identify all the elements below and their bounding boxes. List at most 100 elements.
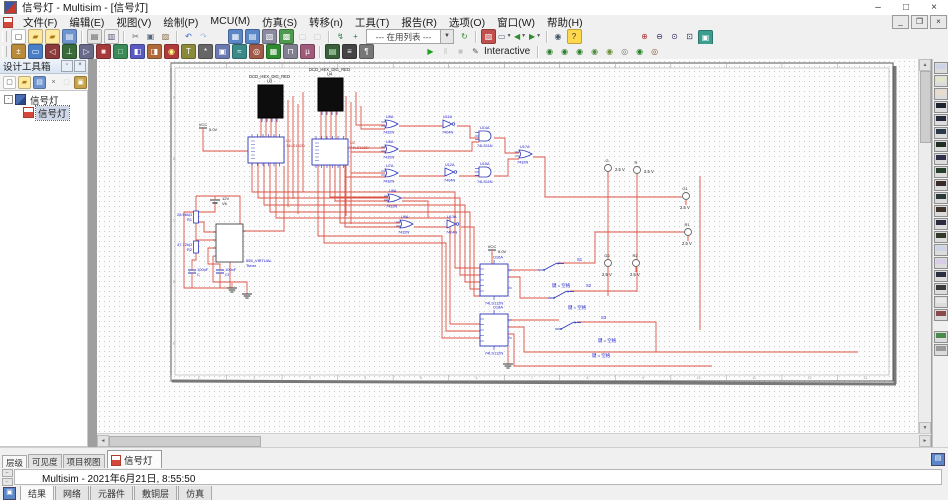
find-icon[interactable]: ◉: [552, 30, 565, 43]
print-preview-icon[interactable]: ▥: [104, 29, 119, 44]
current-clamp-icon[interactable]: [933, 309, 948, 321]
place-advanced-peripherals-icon[interactable]: ▣: [215, 44, 230, 59]
close-button[interactable]: ×: [920, 0, 948, 15]
tektronix-oscilloscope-icon[interactable]: [933, 283, 948, 295]
network-analyzer-icon[interactable]: [933, 231, 948, 243]
schematic-canvas[interactable]: 1 2 3 4 5 6 7 8 9 10 11 12 13 A B C D E DCD_HEX_DIG_RED U3 D…: [97, 59, 919, 434]
toolbox-options-icon[interactable]: ▣: [74, 75, 87, 89]
zoom-in-icon[interactable]: ⊕: [638, 30, 651, 43]
refresh-in-use-list-icon[interactable]: ↻: [458, 30, 471, 43]
wire[interactable]: [243, 166, 285, 232]
battery-V6[interactable]: 12VV6: [210, 196, 229, 207]
menu-工具[interactable]: 工具(T): [349, 15, 395, 30]
wire[interactable]: [508, 326, 858, 353]
scroll-right-button[interactable]: ►: [919, 435, 931, 447]
agilent-oscilloscope-icon[interactable]: [933, 270, 948, 282]
capacitor-Cf[interactable]: 100nFCf: [216, 266, 237, 277]
probe-power-icon[interactable]: ◉: [633, 45, 646, 58]
scroll-left-button[interactable]: ◄: [97, 435, 109, 447]
open-icon[interactable]: ▰: [28, 29, 43, 44]
display-U3[interactable]: DCD_HEX_DIG_REDU3: [249, 74, 290, 122]
horizontal-scrollbar[interactable]: ◄ ►: [97, 433, 931, 447]
menu-绘制[interactable]: 绘制(P): [157, 15, 204, 30]
spreadsheet-tab-网络[interactable]: 网络: [55, 486, 90, 500]
wire[interactable]: [323, 165, 480, 332]
gate-U13A[interactable]: U13A 7404N: [446, 215, 460, 235]
logic-analyzer-icon[interactable]: [933, 179, 948, 191]
component-wizard-icon[interactable]: ↯: [334, 30, 347, 43]
gate-U17A[interactable]: U17A 7432N: [515, 145, 533, 165]
wire[interactable]: [202, 130, 248, 152]
menu-转移[interactable]: 转移(n): [303, 15, 349, 30]
spreadsheet-tab-敷铜层[interactable]: 敷铜层: [134, 486, 178, 500]
toolbox-new-icon[interactable]: ▢: [3, 75, 16, 89]
wire[interactable]: [275, 163, 480, 325]
zoom-area-icon[interactable]: ⊡: [683, 30, 696, 43]
place-basic-icon[interactable]: ▭: [28, 44, 43, 59]
save-icon[interactable]: ▤: [62, 29, 77, 44]
ground-symbol[interactable]: [227, 283, 237, 293]
ground-symbol[interactable]: [503, 359, 513, 369]
print-icon[interactable]: ▤: [87, 29, 102, 44]
toolbox-save-icon[interactable]: ▤: [33, 75, 46, 89]
zoom-fit-to-page-icon[interactable]: ▣: [698, 30, 713, 45]
document-tab[interactable]: 信号灯: [107, 450, 162, 469]
minimize-button[interactable]: –: [864, 0, 892, 15]
toolbox-tab-可见度[interactable]: 可见度: [28, 454, 62, 469]
toolbox-open-icon[interactable]: ▰: [18, 75, 31, 89]
resistor-R2[interactable]: 47.72kΩR2: [177, 240, 199, 254]
menu-文件[interactable]: 文件(F): [17, 15, 63, 30]
place-source-icon[interactable]: ±: [11, 44, 26, 59]
menu-仿真[interactable]: 仿真(S): [256, 15, 303, 30]
labview-instrument-icon[interactable]: [933, 296, 948, 308]
run-simulation-icon[interactable]: ▶: [424, 45, 437, 58]
database-save-icon[interactable]: +: [349, 30, 362, 43]
wire[interactable]: [360, 106, 385, 130]
wire[interactable]: [399, 141, 479, 152]
show-breadboard-icon[interactable]: ▤: [325, 44, 340, 59]
chip-U1[interactable]: U174LS192D: [247, 134, 305, 166]
vertical-scrollbar[interactable]: ▲ ▼: [918, 59, 931, 434]
probe-R[interactable]: R 2.5 V: [633, 160, 654, 179]
probe-reference-icon[interactable]: ◉: [603, 45, 616, 58]
place-mixed-icon[interactable]: ◨: [147, 44, 162, 59]
function-generator-icon[interactable]: [933, 75, 948, 87]
scroll-up-button[interactable]: ▲: [919, 59, 931, 71]
dropdown-arrow-icon[interactable]: ▼: [536, 30, 541, 43]
place-diode-icon[interactable]: ◁: [45, 44, 60, 59]
in-use-list-dropdown[interactable]: --- 在用列表 --- ▼: [366, 29, 454, 44]
place-indicator-icon[interactable]: ◉: [164, 44, 179, 59]
wire[interactable]: [191, 253, 197, 266]
probe-R1[interactable]: R1 2.5 V: [682, 222, 692, 246]
capture-area-icon[interactable]: ▭ ▼: [498, 30, 512, 43]
agilent-function-generator-icon[interactable]: [933, 244, 948, 256]
in-use-list-arrow-icon[interactable]: ▼: [440, 30, 453, 43]
wire[interactable]: [196, 221, 216, 233]
probe-G2[interactable]: G2 2.5 V: [602, 253, 612, 277]
resistor-R1[interactable]: 28.96kΩR1: [177, 210, 199, 224]
menu-窗口[interactable]: 窗口(W): [491, 15, 541, 30]
vertical-scroll-thumb[interactable]: [920, 71, 931, 143]
zoom-selection-icon[interactable]: ⊙: [668, 30, 681, 43]
wattmeter-icon[interactable]: [933, 88, 948, 100]
interactive-pencil-icon[interactable]: ✎: [469, 45, 482, 58]
grapher-icon[interactable]: ▩: [279, 29, 294, 44]
menu-选项[interactable]: 选项(O): [443, 15, 491, 30]
gate-U14A[interactable]: U14A 74LS11N: [475, 126, 493, 148]
mdi-restore-button[interactable]: ❐: [911, 15, 928, 29]
tree-item-信号灯[interactable]: 信号灯: [0, 104, 87, 121]
probe-voltage-icon[interactable]: ◉: [558, 45, 571, 58]
probe-G[interactable]: G 2.5 V: [604, 158, 625, 177]
new-icon[interactable]: ▢: [11, 29, 26, 44]
probe-R2[interactable]: R2 2.5 V: [630, 253, 640, 277]
toggle-spreadsheet-icon[interactable]: ▤: [931, 453, 945, 466]
place-ni-component-icon[interactable]: ▦: [266, 44, 281, 59]
probe-settings-icon[interactable]: ◉: [543, 45, 556, 58]
agilent-multimeter-icon[interactable]: [933, 257, 948, 269]
place-analog-icon[interactable]: ▷: [79, 44, 94, 59]
place-ttl-icon[interactable]: ■: [96, 44, 111, 59]
database-manager-icon[interactable]: ▧: [262, 29, 277, 44]
spreadsheet-tab-元器件[interactable]: 元器件: [90, 486, 134, 500]
dropdown-arrow-icon[interactable]: ▼: [521, 30, 526, 43]
place-misc-icon[interactable]: *: [198, 44, 213, 59]
